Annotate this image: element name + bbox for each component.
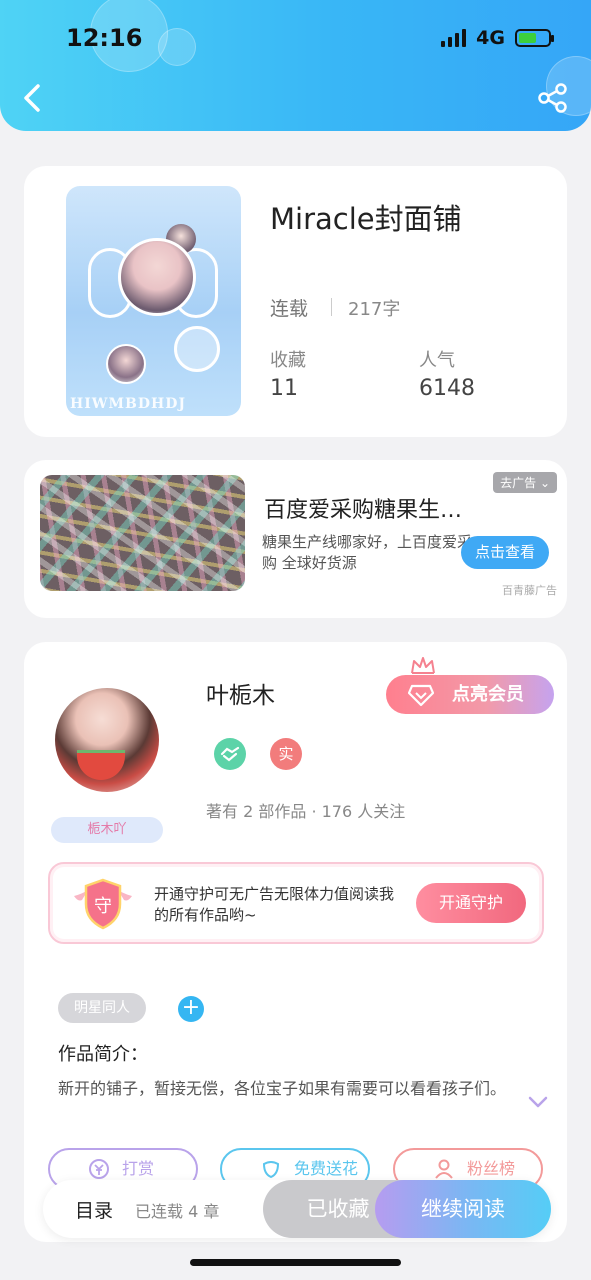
favorites-label: 收藏 [270,350,306,371]
popularity-value: 6148 [419,376,475,401]
nickname-tag: 栀木吖 [51,817,163,843]
continue-reading-button[interactable]: 继续阅读 [375,1180,551,1238]
shield-glyph: 守 [94,896,112,917]
ad-title: 百度爱采购糖果生… [264,498,463,523]
ad-source: 百青藤广告 [502,584,557,597]
share-icon [538,83,567,113]
vip-button[interactable]: 点亮会员 [386,675,554,714]
divider [331,298,332,316]
guard-promo: 守 开通守护可无广告无限体力值阅读我的所有作品哟~ 开通守护 [48,862,544,944]
verified-badge: 实 [270,738,302,770]
expand-button[interactable] [526,1092,550,1112]
ad-description: 糖果生产线哪家好，上百度爱采购 全球好货源 [262,533,473,572]
remove-ad-button[interactable]: 去广告 ⌄ [493,472,557,493]
favorites-value: 11 [270,376,298,401]
user-icon [435,1159,453,1179]
flower-icon [262,1161,280,1179]
diamond-icon [408,684,434,707]
status-icons: 4G [441,27,554,49]
open-guard-button[interactable]: 开通守护 [416,883,526,923]
ad-image[interactable] [40,475,245,591]
book-info-card: HIWMBDHDJ Miracle封面铺 连载 217字 收藏 11 人气 61… [24,166,567,437]
chapter-count: 已连载 4 章 [135,1202,220,1221]
word-count: 217字 [348,299,401,320]
book-status: 连载 [270,298,309,320]
cover-watermark: HIWMBDHDJ [70,396,186,412]
chevron-left-icon [24,84,40,112]
handshake-badge-icon [214,738,246,770]
signal-icon [441,29,467,47]
status-time: 12:16 [66,24,143,52]
decor-bubble [158,28,196,66]
ad-card[interactable]: 去广告 ⌄ 百度爱采购糖果生… 糖果生产线哪家好，上百度爱采购 全球好货源 点击… [24,460,567,618]
coin-icon [89,1159,109,1179]
chevron-down-icon [528,1096,548,1108]
cover-photo [118,238,196,316]
author-meta: 著有 2 部作品 · 176 人关注 [206,802,406,821]
tip-button-label: 打赏 [122,1159,155,1178]
cover-decor [174,326,220,372]
intro-text: 新开的铺子，暂接无偿，各位宝子如果有需要可以看看孩子们。 [58,1079,507,1098]
bottom-action-bar: 目录 已连载 4 章 已收藏 继续阅读 [43,1180,551,1238]
popularity-label: 人气 [419,350,455,371]
book-title: Miracle封面铺 [270,202,462,236]
share-button[interactable] [537,82,569,114]
fan-ranking-label: 粉丝榜 [467,1159,516,1178]
author-card: 栀木吖 叶栀木 点亮会员 实 著有 2 部作品 · 176 人关注 守 开通守护… [24,642,567,1242]
intro-label: 作品简介： [58,1044,148,1065]
vip-button-label: 点亮会员 [452,684,524,705]
network-type: 4G [476,27,505,49]
add-tag-button[interactable]: + [178,996,204,1022]
author-name: 叶栀木 [206,683,275,709]
home-indicator [190,1259,401,1266]
book-cover[interactable]: HIWMBDHDJ [66,186,241,416]
top-header: 12:16 4G [0,0,591,131]
battery-icon [515,29,554,47]
cover-photo [106,344,146,384]
send-flower-label: 免费送花 [294,1159,359,1178]
guard-text: 开通守护可无广告无限体力值阅读我的所有作品哟~ [154,885,395,924]
crown-icon [411,657,435,674]
genre-tag[interactable]: 明星同人 [58,993,146,1023]
shield-icon: 守 [74,878,132,930]
avatar-detail [77,750,125,780]
ad-view-button[interactable]: 点击查看 [461,536,549,569]
author-avatar[interactable] [55,688,159,792]
toc-button[interactable]: 目录 [75,1196,113,1223]
back-button[interactable] [18,80,50,116]
